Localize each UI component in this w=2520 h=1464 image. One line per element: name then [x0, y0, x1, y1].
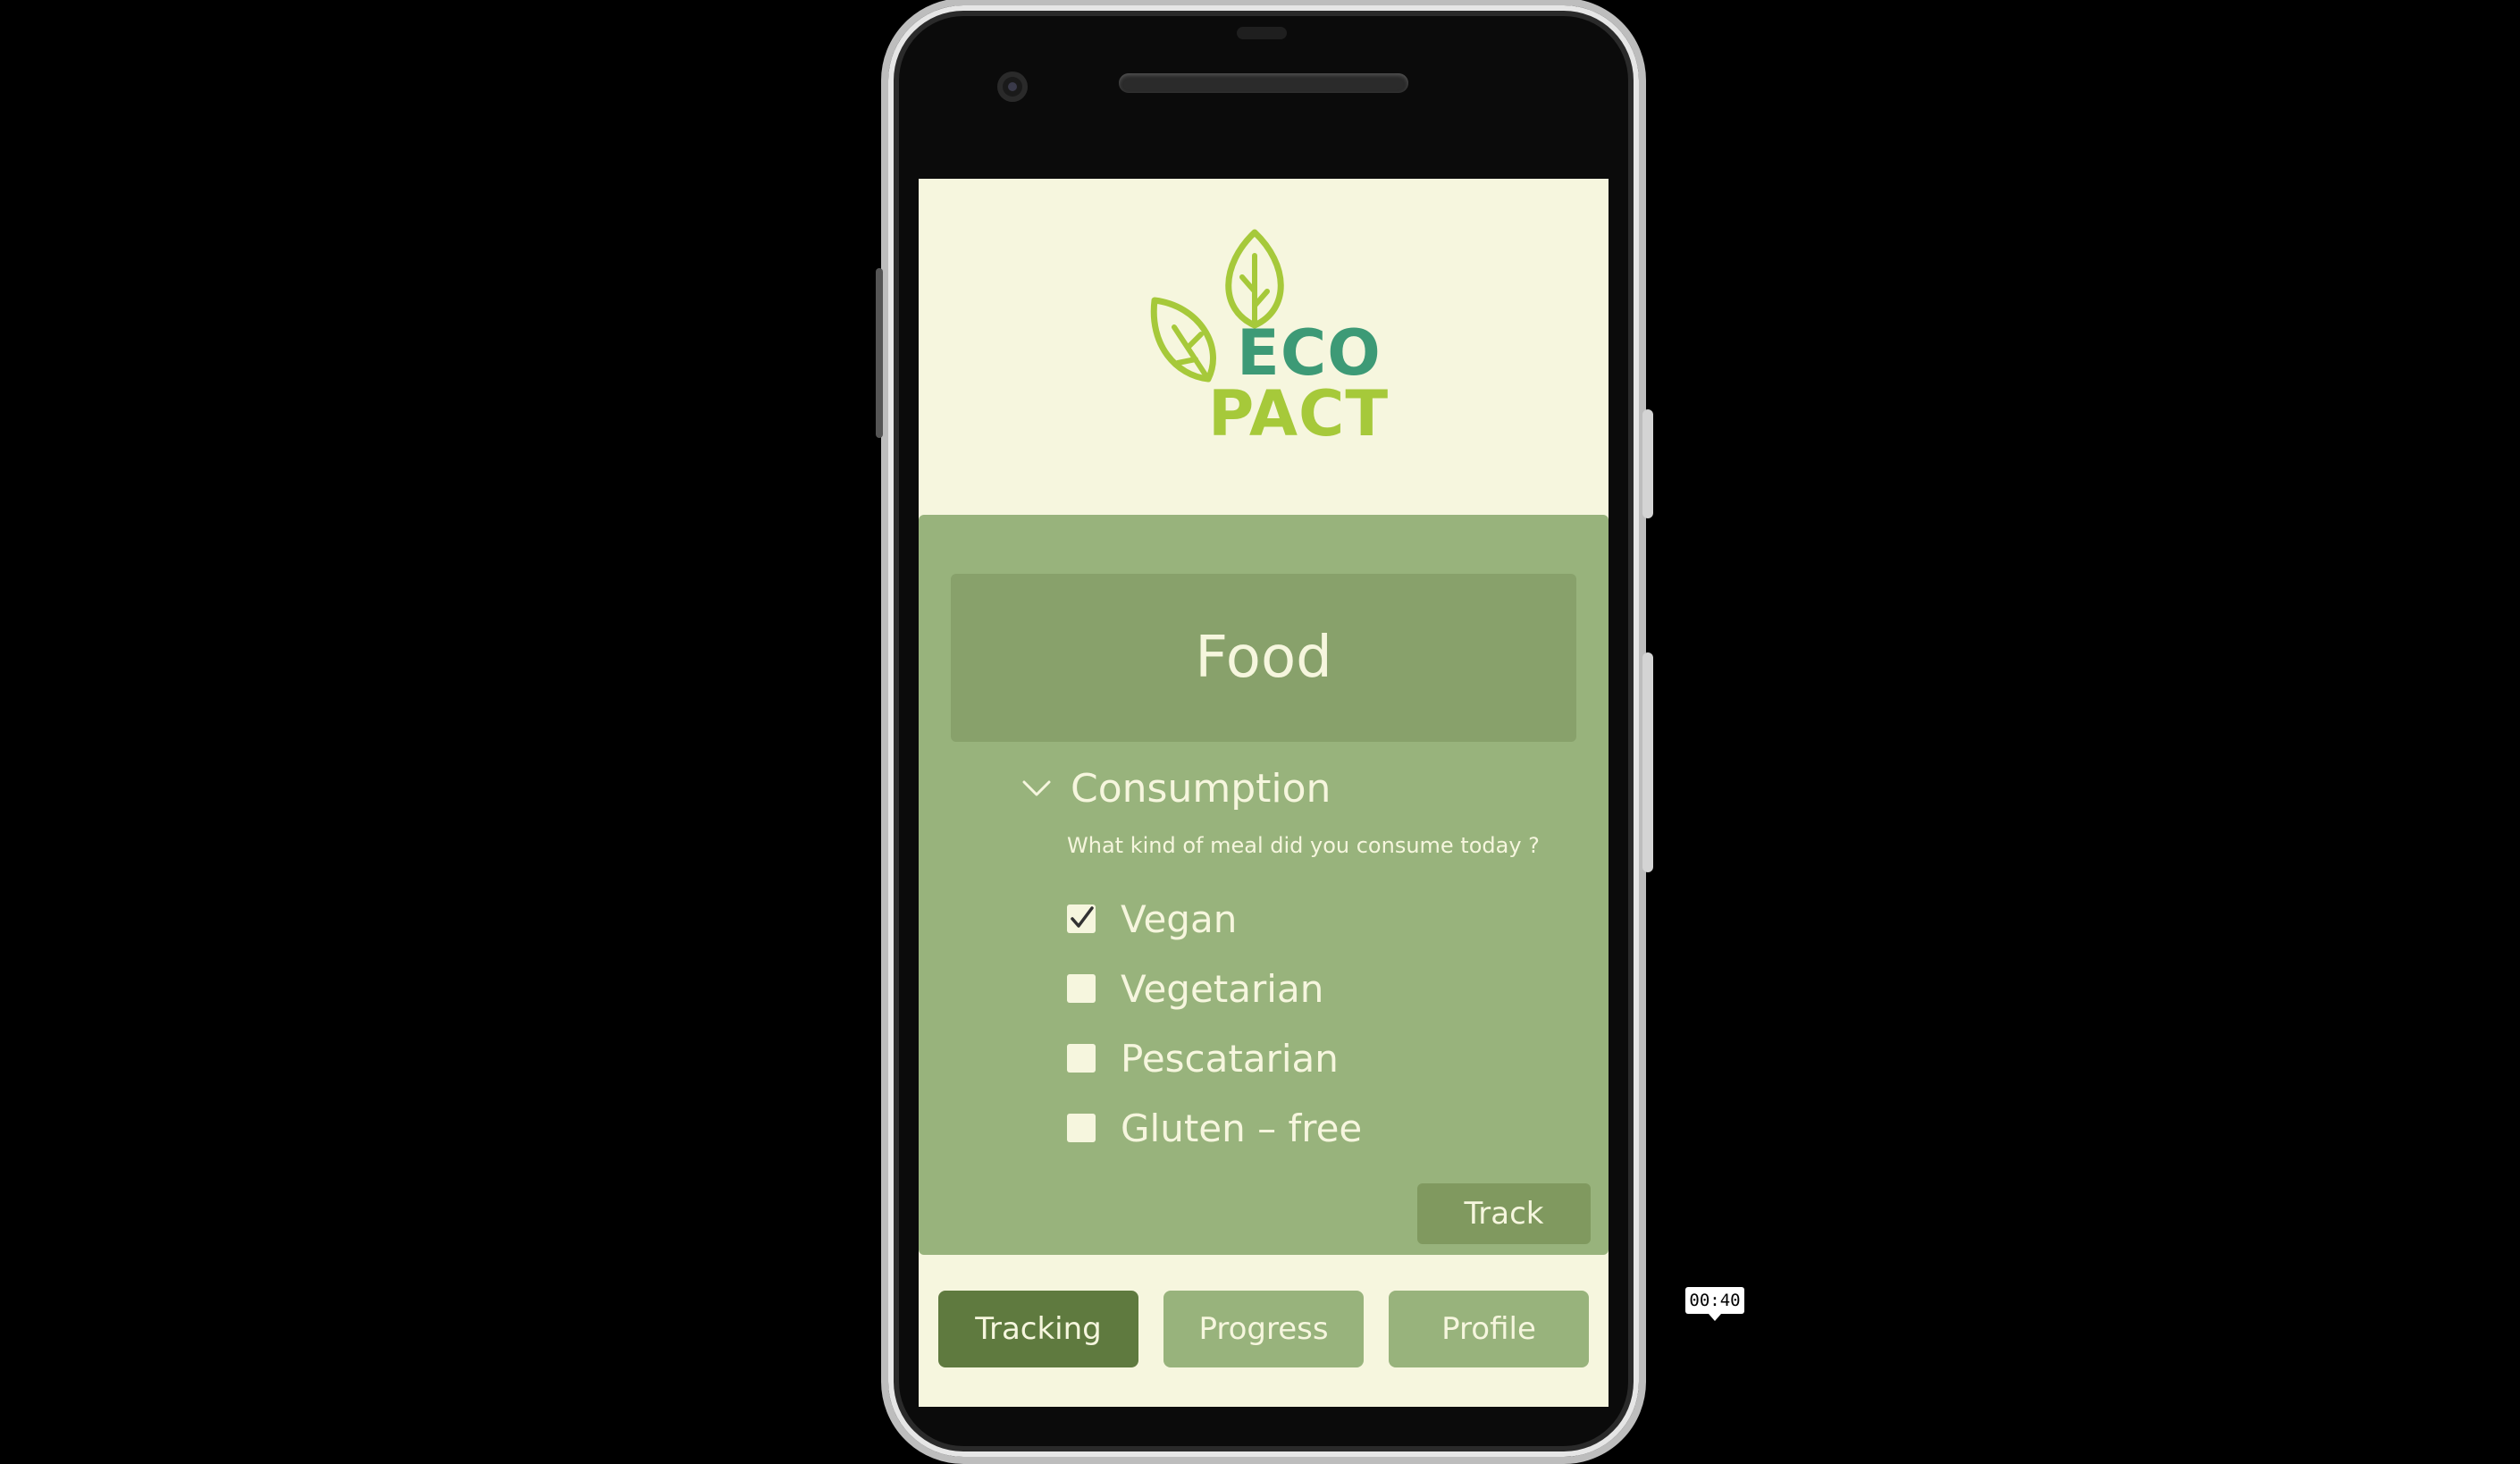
chevron-down-icon [1022, 780, 1051, 796]
phone-volume-button [1642, 652, 1653, 872]
section-label: Consumption [1071, 765, 1331, 812]
option-label: Vegan [1121, 896, 1238, 941]
app-screen: ECO PACT Food Consumption What kind of m… [919, 179, 1609, 1407]
phone-side-edge [876, 268, 883, 438]
phone-power-button [1642, 409, 1653, 518]
nav-profile-button[interactable]: Profile [1389, 1291, 1589, 1367]
logo-text-eco: ECO [1237, 316, 1382, 390]
phone-speaker [1119, 73, 1408, 93]
option-label: Vegetarian [1121, 966, 1324, 1011]
option-vegetarian[interactable]: Vegetarian [1067, 962, 1323, 1015]
video-frame: ECO PACT Food Consumption What kind of m… [0, 0, 2520, 1464]
category-title: Food [1195, 625, 1332, 691]
category-title-box: Food [951, 574, 1576, 742]
track-button[interactable]: Track [1417, 1183, 1591, 1244]
option-gluten-free[interactable]: Gluten – free [1067, 1101, 1362, 1155]
consumption-section-toggle[interactable]: Consumption [1019, 761, 1331, 815]
option-pescatarian[interactable]: Pescatarian [1067, 1031, 1339, 1085]
phone-camera [997, 72, 1028, 102]
checkmark-icon [1071, 906, 1094, 928]
nav-tracking-button[interactable]: Tracking [938, 1291, 1138, 1367]
checkbox-vegetarian[interactable] [1067, 974, 1096, 1003]
checkbox-vegan[interactable] [1067, 904, 1096, 933]
video-timestamp: 00:40 [1685, 1287, 1744, 1321]
option-vegan[interactable]: Vegan [1067, 892, 1237, 946]
checkbox-pescatarian[interactable] [1067, 1044, 1096, 1073]
meal-question: What kind of meal did you consume today … [1067, 833, 1540, 858]
checkbox-gluten-free[interactable] [1067, 1114, 1096, 1142]
tracking-card: Food Consumption What kind of meal did y… [919, 515, 1609, 1255]
option-label: Gluten – free [1121, 1106, 1363, 1150]
option-label: Pescatarian [1121, 1036, 1339, 1081]
phone-sensor [1237, 27, 1287, 39]
nav-progress-button[interactable]: Progress [1163, 1291, 1364, 1367]
logo-text-pact: PACT [1208, 377, 1390, 450]
